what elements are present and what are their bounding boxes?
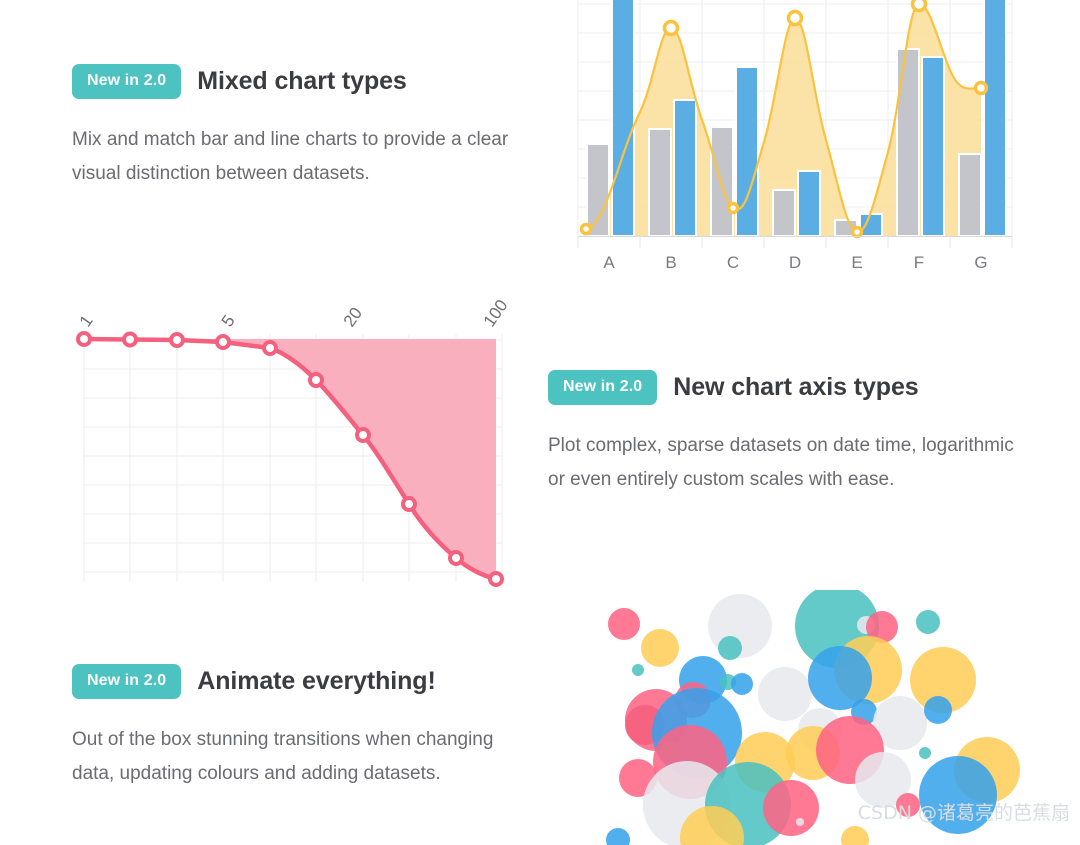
feature-description: Plot complex, sparse datasets on date ti… xyxy=(548,435,1014,490)
feature-title: New chart axis types xyxy=(673,373,919,401)
mixed-chart-svg: A B C D E F G xyxy=(577,0,1013,272)
x-label-d: D xyxy=(789,253,801,272)
bubble-point xyxy=(796,818,804,826)
bubble-point xyxy=(919,756,997,834)
bubble-point xyxy=(758,667,812,721)
x-log-label-1: 1 xyxy=(76,312,97,331)
bubble-point xyxy=(606,828,630,845)
x-log-label-5: 5 xyxy=(218,312,239,331)
feature-header: New in 2.0 Animate everything! xyxy=(72,664,532,699)
feature-title: Animate everything! xyxy=(197,667,436,695)
bubble-point xyxy=(608,608,640,640)
x-label-b: B xyxy=(665,253,676,272)
new-in-badge: New in 2.0 xyxy=(72,664,182,699)
bubble-point xyxy=(896,793,920,817)
bubble-point xyxy=(731,673,753,695)
bubble-chart-svg xyxy=(606,590,1020,845)
log-axis-chart: 1 5 20 100 xyxy=(72,292,522,592)
bubble-point xyxy=(841,826,869,845)
x-log-label-100: 100 xyxy=(480,296,512,330)
feature-header: New in 2.0 New chart axis types xyxy=(548,370,1018,405)
bubble-point xyxy=(641,629,679,667)
new-in-badge: New in 2.0 xyxy=(548,370,658,405)
feature-header: New in 2.0 Mixed chart types xyxy=(72,64,532,99)
feature-description: Out of the box stunning transitions when… xyxy=(72,729,494,784)
x-axis-log-labels: 1 5 20 100 xyxy=(76,296,512,330)
x-label-g: G xyxy=(974,253,987,272)
x-axis-ticks xyxy=(577,236,1013,248)
x-label-f: F xyxy=(914,253,924,272)
bubble-point xyxy=(919,747,931,759)
feature-animate-everything: New in 2.0 Animate everything! Out of th… xyxy=(72,664,532,810)
new-in-badge: New in 2.0 xyxy=(72,64,182,99)
bubble-point xyxy=(924,696,952,724)
mixed-chart: A B C D E F G xyxy=(560,0,1020,282)
x-axis-labels: A B C D E F G xyxy=(603,253,987,272)
x-label-c: C xyxy=(727,253,739,272)
bubble-points xyxy=(606,590,1020,845)
x-log-label-20: 20 xyxy=(340,304,366,330)
log-axis-chart-svg: 1 5 20 100 xyxy=(76,296,512,587)
x-label-a: A xyxy=(603,253,615,272)
x-label-e: E xyxy=(851,253,862,272)
bubble-point xyxy=(916,610,940,634)
feature-description: Mix and match bar and line charts to pro… xyxy=(72,129,509,184)
bubble-point xyxy=(763,780,819,836)
feature-title: Mixed chart types xyxy=(197,67,407,95)
feature-new-chart-axis-types: New in 2.0 New chart axis types Plot com… xyxy=(548,370,1018,516)
bubble-point xyxy=(632,664,644,676)
bubble-chart xyxy=(560,590,1030,845)
bubble-point xyxy=(718,636,742,660)
feature-mixed-chart-types: New in 2.0 Mixed chart types Mix and mat… xyxy=(72,64,532,210)
